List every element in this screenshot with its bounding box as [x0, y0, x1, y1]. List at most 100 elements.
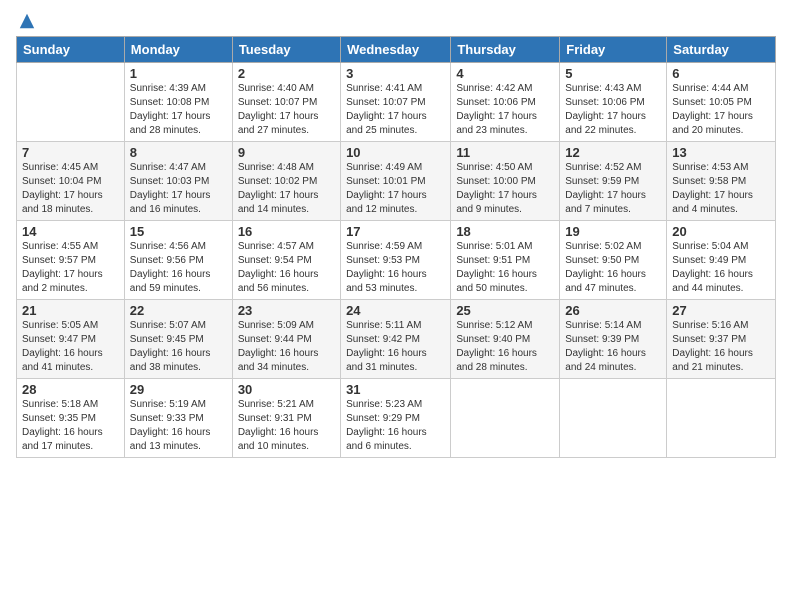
day-info: Sunrise: 4:57 AM Sunset: 9:54 PM Dayligh… [238, 240, 335, 296]
calendar-week-4: 28Sunrise: 5:18 AM Sunset: 9:35 PM Dayli… [17, 379, 776, 458]
calendar-cell: 17Sunrise: 4:59 AM Sunset: 9:53 PM Dayli… [341, 221, 451, 300]
calendar-cell: 27Sunrise: 5:16 AM Sunset: 9:37 PM Dayli… [667, 300, 776, 379]
day-info: Sunrise: 4:44 AM Sunset: 10:05 PM Daylig… [672, 82, 770, 138]
day-number: 3 [346, 66, 445, 81]
day-info: Sunrise: 4:56 AM Sunset: 9:56 PM Dayligh… [130, 240, 227, 296]
day-info: Sunrise: 5:11 AM Sunset: 9:42 PM Dayligh… [346, 319, 445, 375]
calendar-header-sunday: Sunday [17, 37, 125, 63]
calendar-cell: 31Sunrise: 5:23 AM Sunset: 9:29 PM Dayli… [341, 379, 451, 458]
calendar-cell: 4Sunrise: 4:42 AM Sunset: 10:06 PM Dayli… [451, 63, 560, 142]
day-number: 17 [346, 224, 445, 239]
day-info: Sunrise: 5:02 AM Sunset: 9:50 PM Dayligh… [565, 240, 661, 296]
day-info: Sunrise: 4:39 AM Sunset: 10:08 PM Daylig… [130, 82, 227, 138]
calendar-week-1: 7Sunrise: 4:45 AM Sunset: 10:04 PM Dayli… [17, 142, 776, 221]
calendar-cell: 16Sunrise: 4:57 AM Sunset: 9:54 PM Dayli… [232, 221, 340, 300]
day-info: Sunrise: 4:42 AM Sunset: 10:06 PM Daylig… [456, 82, 554, 138]
calendar-cell: 19Sunrise: 5:02 AM Sunset: 9:50 PM Dayli… [560, 221, 667, 300]
day-number: 26 [565, 303, 661, 318]
day-info: Sunrise: 5:05 AM Sunset: 9:47 PM Dayligh… [22, 319, 119, 375]
calendar-cell: 24Sunrise: 5:11 AM Sunset: 9:42 PM Dayli… [341, 300, 451, 379]
day-info: Sunrise: 4:45 AM Sunset: 10:04 PM Daylig… [22, 161, 119, 217]
day-info: Sunrise: 5:18 AM Sunset: 9:35 PM Dayligh… [22, 398, 119, 454]
day-number: 11 [456, 145, 554, 160]
day-number: 30 [238, 382, 335, 397]
calendar-table: SundayMondayTuesdayWednesdayThursdayFrid… [16, 36, 776, 458]
day-number: 16 [238, 224, 335, 239]
day-number: 22 [130, 303, 227, 318]
calendar-cell: 12Sunrise: 4:52 AM Sunset: 9:59 PM Dayli… [560, 142, 667, 221]
calendar-cell: 10Sunrise: 4:49 AM Sunset: 10:01 PM Dayl… [341, 142, 451, 221]
day-info: Sunrise: 5:07 AM Sunset: 9:45 PM Dayligh… [130, 319, 227, 375]
day-number: 2 [238, 66, 335, 81]
calendar-week-0: 1Sunrise: 4:39 AM Sunset: 10:08 PM Dayli… [17, 63, 776, 142]
calendar-header-monday: Monday [124, 37, 232, 63]
calendar-cell: 6Sunrise: 4:44 AM Sunset: 10:05 PM Dayli… [667, 63, 776, 142]
day-number: 21 [22, 303, 119, 318]
day-number: 18 [456, 224, 554, 239]
calendar-cell: 20Sunrise: 5:04 AM Sunset: 9:49 PM Dayli… [667, 221, 776, 300]
day-number: 1 [130, 66, 227, 81]
calendar-header-wednesday: Wednesday [341, 37, 451, 63]
day-info: Sunrise: 5:09 AM Sunset: 9:44 PM Dayligh… [238, 319, 335, 375]
calendar-cell: 3Sunrise: 4:41 AM Sunset: 10:07 PM Dayli… [341, 63, 451, 142]
calendar-header-row: SundayMondayTuesdayWednesdayThursdayFrid… [17, 37, 776, 63]
day-number: 19 [565, 224, 661, 239]
day-number: 27 [672, 303, 770, 318]
calendar-header-saturday: Saturday [667, 37, 776, 63]
calendar-cell: 26Sunrise: 5:14 AM Sunset: 9:39 PM Dayli… [560, 300, 667, 379]
day-info: Sunrise: 5:21 AM Sunset: 9:31 PM Dayligh… [238, 398, 335, 454]
day-info: Sunrise: 4:59 AM Sunset: 9:53 PM Dayligh… [346, 240, 445, 296]
day-number: 9 [238, 145, 335, 160]
calendar-cell [17, 63, 125, 142]
day-number: 13 [672, 145, 770, 160]
calendar-cell [451, 379, 560, 458]
day-number: 6 [672, 66, 770, 81]
day-info: Sunrise: 4:53 AM Sunset: 9:58 PM Dayligh… [672, 161, 770, 217]
day-info: Sunrise: 4:49 AM Sunset: 10:01 PM Daylig… [346, 161, 445, 217]
calendar-header-friday: Friday [560, 37, 667, 63]
calendar-cell: 11Sunrise: 4:50 AM Sunset: 10:00 PM Dayl… [451, 142, 560, 221]
header [16, 12, 776, 30]
calendar-cell: 28Sunrise: 5:18 AM Sunset: 9:35 PM Dayli… [17, 379, 125, 458]
day-info: Sunrise: 5:01 AM Sunset: 9:51 PM Dayligh… [456, 240, 554, 296]
day-info: Sunrise: 5:23 AM Sunset: 9:29 PM Dayligh… [346, 398, 445, 454]
day-info: Sunrise: 5:04 AM Sunset: 9:49 PM Dayligh… [672, 240, 770, 296]
day-info: Sunrise: 4:41 AM Sunset: 10:07 PM Daylig… [346, 82, 445, 138]
day-number: 15 [130, 224, 227, 239]
day-info: Sunrise: 4:48 AM Sunset: 10:02 PM Daylig… [238, 161, 335, 217]
day-info: Sunrise: 4:50 AM Sunset: 10:00 PM Daylig… [456, 161, 554, 217]
calendar-cell: 25Sunrise: 5:12 AM Sunset: 9:40 PM Dayli… [451, 300, 560, 379]
calendar-cell: 18Sunrise: 5:01 AM Sunset: 9:51 PM Dayli… [451, 221, 560, 300]
page: SundayMondayTuesdayWednesdayThursdayFrid… [0, 0, 792, 612]
calendar-cell: 29Sunrise: 5:19 AM Sunset: 9:33 PM Dayli… [124, 379, 232, 458]
day-number: 12 [565, 145, 661, 160]
day-number: 29 [130, 382, 227, 397]
calendar-cell: 2Sunrise: 4:40 AM Sunset: 10:07 PM Dayli… [232, 63, 340, 142]
day-info: Sunrise: 4:40 AM Sunset: 10:07 PM Daylig… [238, 82, 335, 138]
calendar-header-thursday: Thursday [451, 37, 560, 63]
day-number: 31 [346, 382, 445, 397]
day-info: Sunrise: 4:43 AM Sunset: 10:06 PM Daylig… [565, 82, 661, 138]
logo-icon [18, 12, 36, 30]
day-info: Sunrise: 5:16 AM Sunset: 9:37 PM Dayligh… [672, 319, 770, 375]
day-number: 4 [456, 66, 554, 81]
day-number: 23 [238, 303, 335, 318]
calendar-cell: 7Sunrise: 4:45 AM Sunset: 10:04 PM Dayli… [17, 142, 125, 221]
day-number: 8 [130, 145, 227, 160]
calendar-cell: 5Sunrise: 4:43 AM Sunset: 10:06 PM Dayli… [560, 63, 667, 142]
day-number: 7 [22, 145, 119, 160]
day-info: Sunrise: 5:19 AM Sunset: 9:33 PM Dayligh… [130, 398, 227, 454]
calendar-cell: 14Sunrise: 4:55 AM Sunset: 9:57 PM Dayli… [17, 221, 125, 300]
day-number: 10 [346, 145, 445, 160]
calendar-cell: 21Sunrise: 5:05 AM Sunset: 9:47 PM Dayli… [17, 300, 125, 379]
calendar-cell: 9Sunrise: 4:48 AM Sunset: 10:02 PM Dayli… [232, 142, 340, 221]
day-number: 14 [22, 224, 119, 239]
calendar-cell: 13Sunrise: 4:53 AM Sunset: 9:58 PM Dayli… [667, 142, 776, 221]
calendar-cell: 30Sunrise: 5:21 AM Sunset: 9:31 PM Dayli… [232, 379, 340, 458]
day-info: Sunrise: 4:47 AM Sunset: 10:03 PM Daylig… [130, 161, 227, 217]
day-info: Sunrise: 4:55 AM Sunset: 9:57 PM Dayligh… [22, 240, 119, 296]
calendar-cell: 22Sunrise: 5:07 AM Sunset: 9:45 PM Dayli… [124, 300, 232, 379]
day-info: Sunrise: 5:14 AM Sunset: 9:39 PM Dayligh… [565, 319, 661, 375]
calendar-week-2: 14Sunrise: 4:55 AM Sunset: 9:57 PM Dayli… [17, 221, 776, 300]
day-number: 28 [22, 382, 119, 397]
